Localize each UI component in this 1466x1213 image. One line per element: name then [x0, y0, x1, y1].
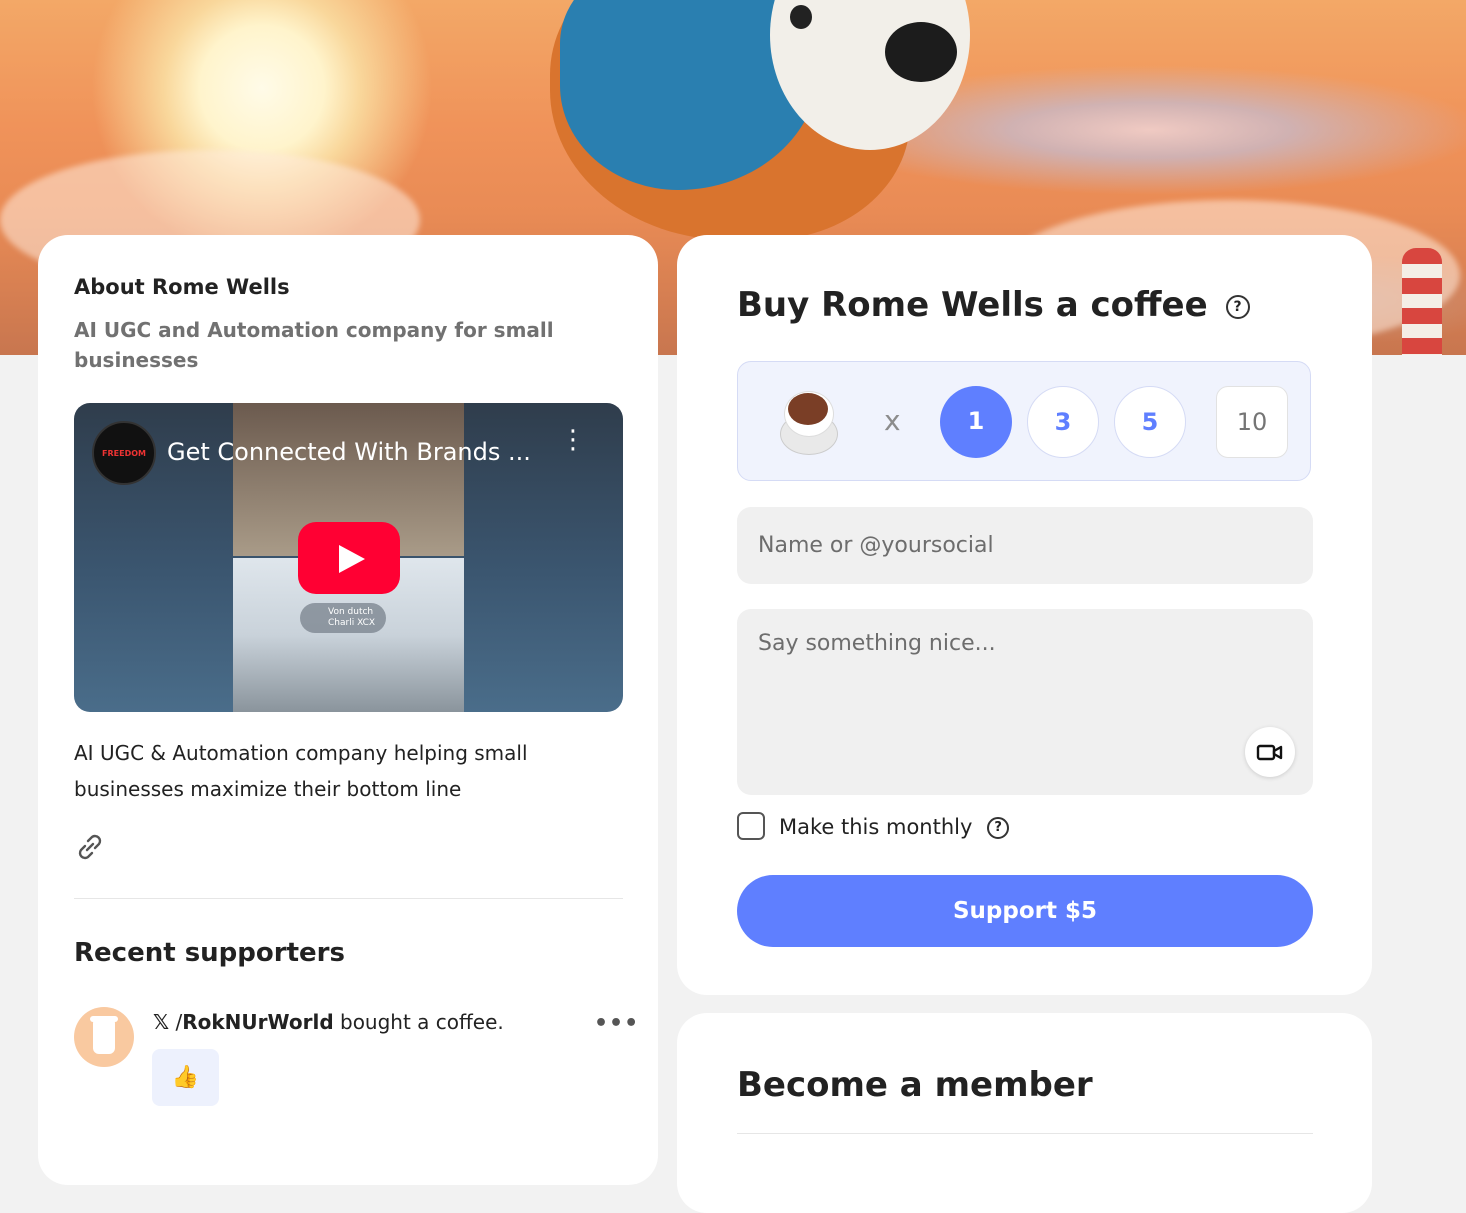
- video-title[interactable]: Get Connected With Brands ...: [167, 438, 531, 466]
- about-subtitle: AI UGC and Automation company for small …: [74, 318, 554, 372]
- coffee-liquid-shape: [788, 393, 828, 425]
- custom-quantity-input[interactable]: [1216, 386, 1288, 458]
- recent-supporters-title: Recent supporters: [74, 938, 345, 968]
- buy-coffee-title-text: Buy Rome Wells a coffee: [737, 285, 1208, 325]
- video-message-icon[interactable]: [1245, 727, 1295, 777]
- about-description: AI UGC & Automation company helping smal…: [74, 741, 528, 801]
- supporter-action: bought a coffee.: [340, 1010, 504, 1034]
- monthly-checkbox[interactable]: [737, 812, 765, 840]
- video-channel-avatar[interactable]: FREEDOM: [92, 421, 156, 485]
- monthly-label: Make this monthly ?: [779, 815, 1010, 839]
- membership-card: Become a member: [677, 1013, 1372, 1213]
- about-divider: [74, 898, 623, 899]
- quantity-option-3[interactable]: 3: [1027, 386, 1099, 458]
- song-artist: Charli XCX: [328, 618, 376, 628]
- more-options-icon[interactable]: •••: [594, 1011, 638, 1036]
- supporter-avatar: [74, 1007, 134, 1067]
- message-input[interactable]: [737, 609, 1313, 795]
- video-more-icon[interactable]: ⋮: [560, 427, 586, 465]
- times-sign: x: [884, 404, 901, 437]
- video-song-tag: Von dutch Charli XCX: [300, 603, 386, 633]
- monthly-label-text: Make this monthly: [779, 815, 973, 839]
- member-divider: [737, 1133, 1313, 1134]
- about-card: About Rome Wells AI UGC and Automation c…: [38, 235, 658, 1185]
- become-member-title: Become a member: [737, 1065, 1093, 1105]
- coffee-cup-icon: [90, 1016, 118, 1054]
- quantity-option-5[interactable]: 5: [1114, 386, 1186, 458]
- buy-coffee-title: Buy Rome Wells a coffee ?: [737, 285, 1250, 325]
- about-title: About Rome Wells: [74, 275, 290, 299]
- quantity-option-1[interactable]: 1: [940, 386, 1012, 458]
- x-platform-icon[interactable]: 𝕏: [153, 1010, 169, 1034]
- video-embed[interactable]: FREEDOM Get Connected With Brands ... ⋮ …: [74, 403, 623, 712]
- song-title: Von dutch: [328, 607, 374, 617]
- help-icon[interactable]: ?: [1225, 294, 1250, 319]
- cover-dog-nose: [885, 22, 957, 82]
- supporter-reaction: 👍: [152, 1049, 219, 1106]
- buy-coffee-card: Buy Rome Wells a coffee ? x 1 3 5 Make t…: [677, 235, 1372, 995]
- quantity-picker: x 1 3 5: [737, 361, 1311, 481]
- thumbs-up-icon: 👍: [171, 1065, 200, 1090]
- link-icon[interactable]: [74, 831, 106, 863]
- monthly-help-icon[interactable]: ?: [987, 817, 1010, 839]
- cover-dog-eye: [790, 5, 812, 29]
- supporter-handle[interactable]: RokNUrWorld: [182, 1010, 333, 1034]
- coffee-cup-icon: [778, 389, 838, 455]
- cover-lighthouse: [1402, 248, 1442, 355]
- name-input[interactable]: [737, 507, 1313, 584]
- support-button[interactable]: Support $5: [737, 875, 1313, 947]
- play-icon[interactable]: [298, 522, 400, 594]
- supporter-entry: 𝕏 /RokNUrWorld bought a coffee.: [153, 1010, 504, 1034]
- video-channel-badge: FREEDOM: [102, 448, 146, 458]
